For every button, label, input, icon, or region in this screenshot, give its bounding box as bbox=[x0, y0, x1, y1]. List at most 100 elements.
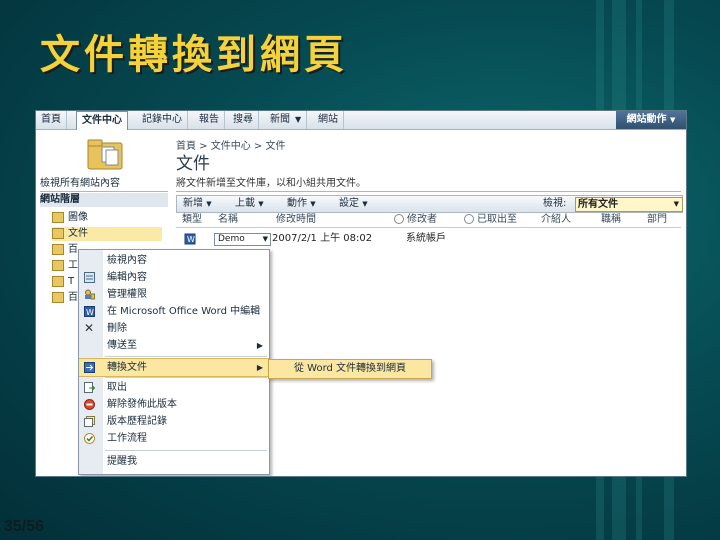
menu-item-manage-permissions[interactable]: 管理權限 bbox=[79, 286, 269, 303]
chevron-down-icon: ▼ bbox=[258, 200, 264, 208]
workflow-icon bbox=[84, 433, 95, 444]
chevron-down-icon: ▼ bbox=[206, 200, 212, 208]
svg-text:W: W bbox=[86, 308, 94, 317]
column-department[interactable]: 部門 bbox=[647, 213, 667, 227]
upload-menu[interactable]: 上載 ▼ bbox=[235, 196, 264, 212]
menu-item-label: 檢視內容 bbox=[107, 255, 147, 266]
word-document-icon: W bbox=[184, 233, 196, 245]
menu-item-edit-properties[interactable]: 編輯內容 bbox=[79, 269, 269, 286]
column-type[interactable]: 類型 bbox=[182, 213, 202, 227]
document-context-menu: 檢視內容 編輯內容 管理權限 W 在 Microsoft Office Word… bbox=[78, 249, 270, 475]
unpublish-icon bbox=[84, 399, 95, 410]
menu-item-label: 取出 bbox=[107, 382, 127, 393]
tab-document-center[interactable]: 文件中心 bbox=[76, 111, 128, 130]
menu-item-check-out[interactable]: 取出 bbox=[79, 379, 269, 396]
permissions-icon bbox=[85, 289, 95, 300]
circle-icon bbox=[394, 214, 404, 224]
folder-icon bbox=[52, 275, 64, 287]
menu-item-version-history[interactable]: 版本歷程記錄 bbox=[79, 413, 269, 430]
tab-records-center[interactable]: 記錄中心 bbox=[137, 111, 188, 129]
sidebar-item-label: 百 bbox=[68, 244, 78, 255]
column-name[interactable]: 名稱 bbox=[218, 213, 238, 227]
sharepoint-screenshot: 首頁 文件中心 記錄中心 報告 搜尋 新聞 ▼ 網站 網站動作 ▼ 首頁 > 文… bbox=[35, 110, 687, 477]
slide-title: 文件轉換到網頁 bbox=[40, 31, 348, 78]
menu-item-label: 提醒我 bbox=[107, 456, 137, 467]
menu-item-label: 在 Microsoft Office Word 中編輯 bbox=[107, 306, 261, 317]
delete-icon: ✕ bbox=[84, 321, 95, 335]
menu-item-alert-me[interactable]: 提醒我 bbox=[79, 453, 269, 470]
actions-menu[interactable]: 動作 ▼ bbox=[287, 196, 316, 212]
chevron-down-icon: ▼ bbox=[673, 200, 679, 208]
menu-item-convert-document[interactable]: 轉換文件 ▶ bbox=[79, 358, 269, 377]
folder-icon bbox=[52, 227, 64, 239]
column-checked-out-label: 已取出至 bbox=[477, 214, 517, 225]
folder-icon bbox=[52, 211, 64, 223]
menu-item-label: 管理權限 bbox=[107, 289, 147, 300]
menu-item-send-to[interactable]: 傳送至 ▶ bbox=[79, 337, 269, 354]
checkout-icon bbox=[84, 382, 95, 393]
svg-text:W: W bbox=[187, 235, 195, 244]
document-library-icon bbox=[87, 139, 123, 170]
menu-item-label: 編輯內容 bbox=[107, 272, 147, 283]
modified-by-cell[interactable]: 系統帳戶 bbox=[406, 231, 446, 247]
submenu-arrow-icon: ▶ bbox=[256, 341, 263, 350]
sidebar-item-label: 工 bbox=[68, 260, 78, 271]
chevron-down-icon: ▼ bbox=[670, 116, 676, 124]
folder-icon bbox=[52, 243, 64, 255]
menu-item-label: 刪除 bbox=[107, 323, 127, 334]
library-toolbar: 新增 ▼ 上載 ▼ 動作 ▼ 設定 ▼ 檢視: 所有文件 ▼ bbox=[176, 195, 683, 213]
chevron-down-icon: ▼ bbox=[262, 235, 268, 243]
column-introducer[interactable]: 介紹人 bbox=[541, 213, 571, 227]
column-modified-by[interactable]: 修改者 bbox=[394, 213, 437, 227]
new-menu[interactable]: 新增 ▼ bbox=[183, 196, 212, 212]
page-number: 35/56 bbox=[4, 518, 45, 535]
menu-item-unpublish[interactable]: 解除發佈此版本 bbox=[79, 396, 269, 413]
view-all-site-content-link[interactable]: 檢視所有網站內容 bbox=[40, 177, 168, 192]
menu-item-view-properties[interactable]: 檢視內容 bbox=[79, 252, 269, 269]
menu-separator bbox=[105, 377, 267, 378]
menu-separator bbox=[105, 356, 267, 357]
document-name: Demo bbox=[218, 234, 245, 244]
library-description: 將文件新增至文件庫，以和小組共用文件。 bbox=[176, 177, 681, 192]
top-navigation-bar: 首頁 文件中心 記錄中心 報告 搜尋 新聞 ▼ 網站 網站動作 ▼ bbox=[36, 111, 686, 130]
sidebar-item-images[interactable]: 圖像 bbox=[52, 211, 162, 225]
sidebar-item-documents[interactable]: 文件 bbox=[52, 227, 162, 241]
tab-sites[interactable]: 網站 bbox=[313, 111, 344, 129]
convert-icon bbox=[84, 362, 95, 373]
circle-icon bbox=[464, 214, 474, 224]
new-menu-label: 新增 bbox=[183, 198, 203, 209]
menu-item-label: 傳送至 bbox=[107, 340, 137, 351]
site-actions-label: 網站動作 bbox=[626, 114, 667, 125]
chevron-down-icon: ▼ bbox=[310, 200, 316, 208]
table-row[interactable]: W Demo ▼ 2007/2/1 上午 08:02 系統帳戶 bbox=[176, 231, 681, 247]
site-hierarchy-heading[interactable]: 網站階層 bbox=[40, 193, 168, 207]
tab-home[interactable]: 首頁 bbox=[36, 111, 67, 129]
sidebar-item-label: T bbox=[68, 276, 75, 287]
actions-menu-label: 動作 bbox=[287, 198, 307, 209]
page-title: 文件 bbox=[176, 154, 210, 174]
document-name-dropdown[interactable]: Demo ▼ bbox=[214, 233, 271, 246]
modified-cell: 2007/2/1 上午 08:02 bbox=[272, 233, 373, 244]
menu-item-delete[interactable]: ✕ 刪除 bbox=[79, 320, 269, 337]
submenu-arrow-icon: ▶ bbox=[256, 363, 263, 372]
site-actions-button[interactable]: 網站動作 ▼ bbox=[616, 111, 686, 129]
column-modified[interactable]: 修改時間 bbox=[276, 213, 316, 227]
chevron-down-icon: ▼ bbox=[295, 115, 302, 124]
menu-item-label: 解除發佈此版本 bbox=[107, 399, 177, 410]
menu-item-workflows[interactable]: 工作流程 bbox=[79, 430, 269, 447]
column-checked-out-to[interactable]: 已取出至 bbox=[464, 213, 517, 227]
menu-item-label: 工作流程 bbox=[107, 433, 147, 444]
tab-search[interactable]: 搜尋 bbox=[228, 111, 259, 129]
folder-icon bbox=[52, 259, 64, 271]
view-selector[interactable]: 所有文件 ▼ bbox=[575, 197, 683, 212]
view-selector-value: 所有文件 bbox=[578, 199, 618, 210]
upload-menu-label: 上載 bbox=[235, 198, 255, 209]
column-job-title[interactable]: 職稱 bbox=[601, 213, 621, 227]
settings-menu[interactable]: 設定 ▼ bbox=[339, 196, 368, 212]
sidebar-item-label: 圖像 bbox=[68, 212, 88, 223]
tab-reports[interactable]: 報告 bbox=[194, 111, 225, 129]
settings-menu-label: 設定 bbox=[339, 198, 359, 209]
submenu-item-convert-word-to-web-page[interactable]: 從 Word 文件轉換到網頁 bbox=[268, 359, 432, 379]
chevron-down-icon: ▼ bbox=[362, 200, 368, 208]
menu-item-edit-in-word[interactable]: W 在 Microsoft Office Word 中編輯 bbox=[79, 303, 269, 320]
